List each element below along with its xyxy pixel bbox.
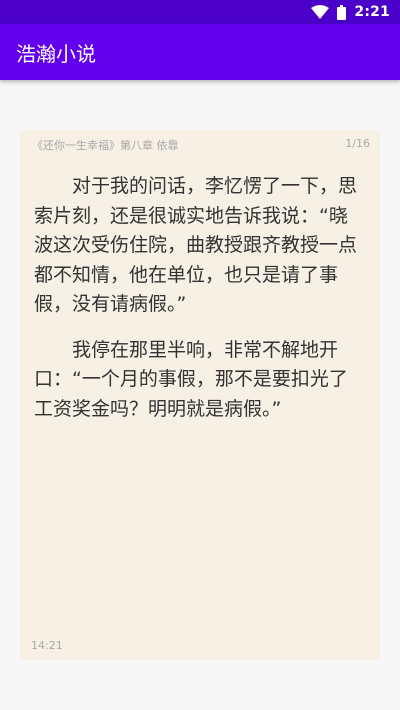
paragraph: 对于我的问话，李忆愣了一下，思索片刻，还是很诚实地告诉我说：“晓波这次受伤住院，… xyxy=(34,175,358,315)
wifi-icon xyxy=(311,5,330,19)
app-title: 浩瀚小说 xyxy=(16,41,96,66)
chapter-content: 对于我的问话，李忆愣了一下，思索片刻，还是很诚实地告诉我说：“晓波这次受伤住院，… xyxy=(34,172,366,440)
page-header: 《还你一生幸福》第八章 依靠 1/16 xyxy=(32,137,370,153)
status-bar: 2:21 xyxy=(0,0,400,24)
page-indicator: 1/16 xyxy=(345,137,370,150)
paragraph: 我停在那里半响，非常不解地开口：“一个月的事假，那不是要扣光了工资奖金吗？明明就… xyxy=(34,338,348,420)
status-time: 2:21 xyxy=(354,4,390,20)
battery-icon xyxy=(337,4,347,20)
chapter-title: 《还你一生幸福》第八章 依靠 xyxy=(32,139,179,152)
page-clock: 14:21 xyxy=(31,639,63,652)
reader-page[interactable]: 《还你一生幸福》第八章 依靠 1/16 对于我的问话，李忆愣了一下，思索片刻，还… xyxy=(20,130,380,660)
app-bar: 浩瀚小说 xyxy=(0,24,400,80)
